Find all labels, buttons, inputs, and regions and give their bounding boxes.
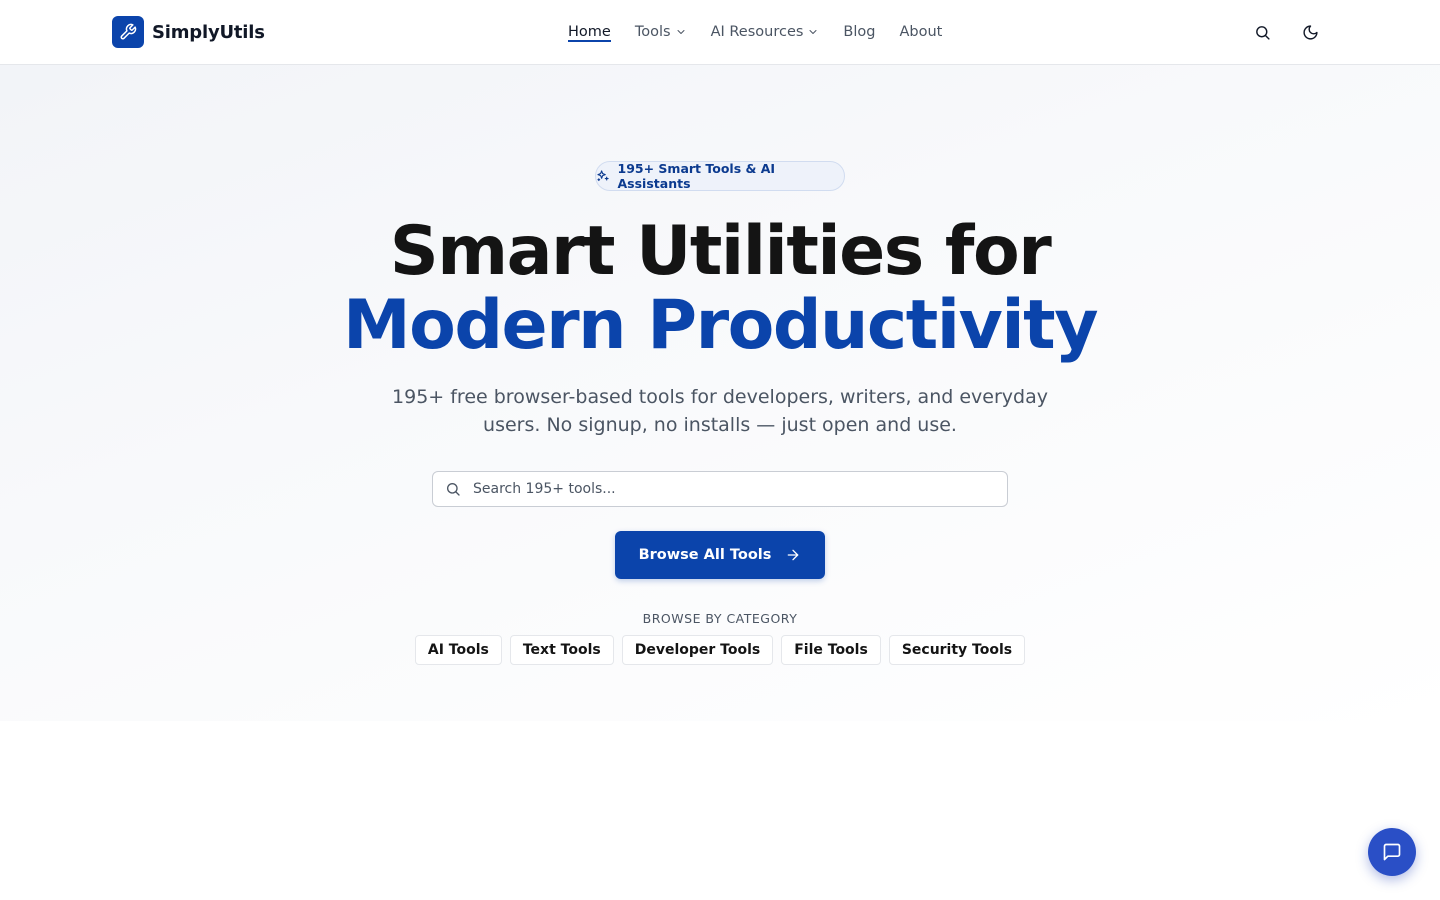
nav-blog-label: Blog [843, 24, 876, 40]
main-nav: Home Tools AI Resources Blog About [568, 0, 942, 64]
chat-button[interactable] [1368, 828, 1416, 876]
nav-ai-resources[interactable]: AI Resources [711, 0, 820, 64]
hero-title: Smart Utilities for Modern Productivity [0, 215, 1440, 363]
tool-search-box [432, 471, 1008, 507]
moon-icon [1302, 24, 1318, 40]
browse-all-tools-label: Browse All Tools [638, 547, 772, 563]
category-chip-ai-tools[interactable]: AI Tools [414, 635, 502, 665]
wrench-icon [112, 16, 144, 48]
hero-title-line1: Smart Utilities for [389, 212, 1052, 291]
category-chip-text-tools[interactable]: Text Tools [509, 635, 614, 665]
nav-about-label: About [899, 24, 943, 40]
site-header: SimplyUtils Home Tools AI Resources Blog… [0, 0, 1440, 65]
browse-all-tools-button[interactable]: Browse All Tools [615, 531, 825, 579]
category-chips: AI Tools Text Tools Developer Tools File… [0, 635, 1440, 665]
theme-toggle-button[interactable] [1292, 14, 1328, 50]
nav-blog[interactable]: Blog [843, 0, 875, 64]
nav-tools[interactable]: Tools [635, 0, 687, 64]
hero-badge: 195+ Smart Tools & AI Assistants [595, 161, 845, 191]
chat-icon [1383, 843, 1401, 861]
browse-by-category-label: BROWSE BY CATEGORY [642, 611, 798, 626]
header-actions [1244, 14, 1328, 50]
category-chip-file-tools[interactable]: File Tools [781, 635, 881, 665]
category-chip-security-tools[interactable]: Security Tools [888, 635, 1026, 665]
chevron-down-icon [809, 30, 817, 34]
hero-title-line2: Modern Productivity [342, 286, 1099, 365]
brand-name: SimplyUtils [152, 21, 265, 43]
nav-tools-label: Tools [634, 24, 671, 40]
search-icon [1255, 25, 1270, 40]
hero-section: 195+ Smart Tools & AI Assistants Smart U… [0, 65, 1440, 721]
nav-about[interactable]: About [899, 0, 942, 64]
hero-badge-text: 195+ Smart Tools & AI Assistants [617, 161, 776, 191]
nav-home-label: Home [568, 24, 611, 40]
nav-home[interactable]: Home [568, 0, 611, 64]
chevron-down-icon [677, 30, 685, 34]
tool-search-input[interactable] [473, 481, 1007, 497]
search-button[interactable] [1244, 14, 1280, 50]
logo[interactable]: SimplyUtils [112, 16, 265, 48]
arrow-right-icon [788, 549, 799, 561]
search-icon [447, 483, 460, 496]
category-chip-developer-tools[interactable]: Developer Tools [621, 635, 774, 665]
sparkles-icon [597, 170, 609, 182]
hero-subtitle: 195+ free browser-based tools for develo… [392, 386, 1048, 436]
nav-ai-resources-label: AI Resources [710, 24, 804, 40]
